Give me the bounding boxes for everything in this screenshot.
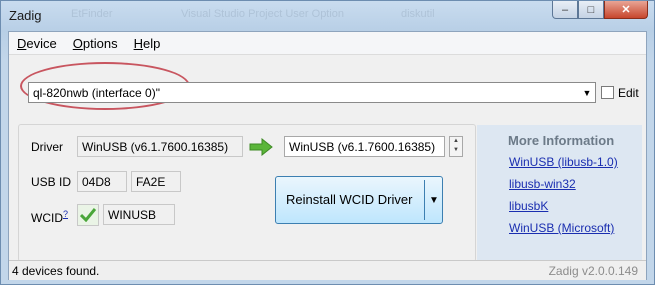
device-select[interactable]: ql-820nwb (interface 0)" ▼ [28, 82, 596, 103]
checkmark-icon [77, 204, 99, 226]
current-driver-field: WinUSB (v6.1.7600.16385) [77, 136, 243, 157]
reinstall-driver-button[interactable]: Reinstall WCID Driver ▼ [275, 176, 443, 224]
device-row: ql-820nwb (interface 0)" ▼ Edit [18, 82, 639, 104]
minimize-icon: – [561, 3, 569, 16]
menu-label: ptions [82, 35, 118, 51]
app-window: Zadig EtFinder Visual Studio Project Use… [0, 0, 655, 285]
driver-spinner[interactable]: ▲ ▼ [449, 136, 463, 157]
link-libusb-win32[interactable]: libusb-win32 [509, 177, 576, 191]
spin-down-icon[interactable]: ▼ [450, 146, 462, 155]
menu-label: evice [26, 35, 57, 51]
menu-mnemonic: H [133, 35, 143, 51]
wcid-help-link[interactable]: ? [63, 209, 68, 219]
status-bar: 4 devices found. Zadig v2.0.0.149 [9, 260, 646, 280]
link-winusb-libusb[interactable]: WinUSB (libusb-1.0) [509, 155, 618, 169]
menu-device[interactable]: Device [9, 36, 65, 51]
arrow-right-icon [249, 138, 273, 156]
client-area: Device Options Help ql-820nwb (interface… [8, 31, 647, 280]
device-selected-text: ql-820nwb (interface 0)" [33, 86, 160, 100]
menu-options[interactable]: Options [65, 36, 126, 51]
usb-vid-field: 04D8 [77, 171, 127, 192]
split-dropdown-icon[interactable]: ▼ [429, 195, 439, 206]
reinstall-button-label: Reinstall WCID Driver [286, 192, 413, 207]
spin-up-icon[interactable]: ▲ [450, 137, 462, 146]
version-status: Zadig v2.0.0.149 [548, 264, 638, 278]
chevron-down-icon[interactable]: ▼ [579, 83, 595, 102]
usb-pid-field: FA2E [131, 171, 181, 192]
background-window-hint: Visual Studio Project User Option [181, 8, 345, 20]
window-title: Zadig [9, 8, 42, 23]
edit-label: Edit [618, 86, 639, 100]
title-bar[interactable]: Zadig EtFinder Visual Studio Project Use… [1, 1, 655, 31]
wcid-label: WCID? [31, 209, 68, 225]
menu-help[interactable]: Help [126, 36, 169, 51]
usbid-label: USB ID [31, 175, 72, 189]
driver-label: Driver [31, 140, 63, 154]
close-icon: ✕ [621, 4, 631, 16]
menu-mnemonic: D [17, 35, 27, 51]
menu-label: elp [142, 35, 161, 51]
wcid-label-text: WCID [31, 211, 63, 225]
background-window-hint: diskutil [401, 8, 435, 20]
minimize-button[interactable]: – [552, 1, 578, 19]
more-information-panel: More Information WinUSB (libusb-1.0) lib… [477, 125, 642, 262]
close-button[interactable]: ✕ [604, 1, 648, 19]
wcid-value-field: WINUSB [103, 204, 175, 225]
background-window-hint: EtFinder [71, 8, 113, 20]
device-count-status: 4 devices found. [12, 264, 100, 278]
split-divider [424, 180, 425, 220]
more-information-title: More Information [508, 133, 615, 148]
menu-bar: Device Options Help [9, 32, 646, 55]
link-winusb-microsoft[interactable]: WinUSB (Microsoft) [509, 221, 614, 235]
edit-checkbox[interactable] [601, 86, 614, 99]
target-driver-field[interactable]: WinUSB (v6.1.7600.16385) [284, 136, 445, 157]
menu-mnemonic: O [72, 35, 83, 51]
maximize-icon: □ [587, 3, 595, 16]
maximize-button[interactable]: □ [578, 1, 604, 19]
caption-buttons: – □ ✕ [552, 1, 648, 19]
link-libusbk[interactable]: libusbK [509, 199, 548, 213]
